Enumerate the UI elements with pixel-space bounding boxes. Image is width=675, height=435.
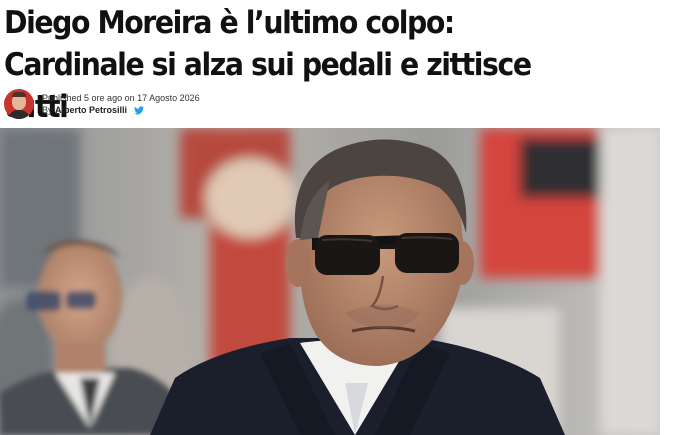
published-on: on <box>124 93 135 103</box>
author-name[interactable]: Alberto Petrosilli <box>55 105 127 115</box>
published-relative: 5 ore ago <box>84 93 123 103</box>
avatar-hair <box>12 92 26 97</box>
hero-photo-illustration <box>0 128 660 435</box>
avatar-shirt <box>8 110 30 119</box>
byline: Published 5 ore ago on 17 Agosto 2026 By… <box>4 88 200 120</box>
by-label: By <box>42 105 53 115</box>
byline-meta: Published 5 ore ago on 17 Agosto 2026 By… <box>42 92 200 116</box>
hero-photo[interactable] <box>0 128 660 435</box>
author-line: By Alberto Petrosilli <box>42 104 200 116</box>
publish-info: Published 5 ore ago on 17 Agosto 2026 <box>42 92 200 104</box>
article: Diego Moreira è l’ultimo colpo: Cardinal… <box>0 0 675 435</box>
published-prefix: Published <box>42 93 82 103</box>
twitter-icon[interactable] <box>133 106 144 115</box>
author-avatar[interactable] <box>4 89 34 119</box>
published-date: 17 Agosto 2026 <box>137 93 200 103</box>
